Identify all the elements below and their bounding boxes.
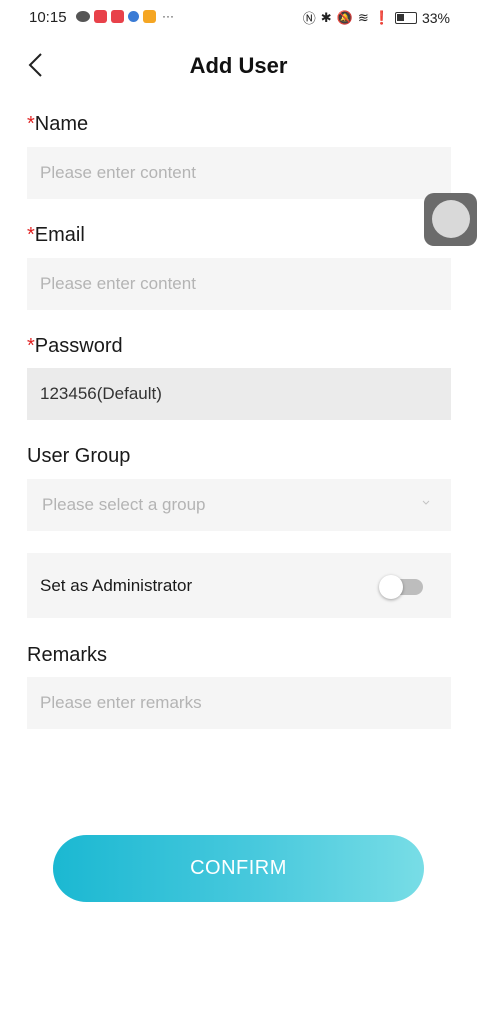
wechat-icon xyxy=(76,10,90,22)
email-label: *Email xyxy=(27,224,85,246)
admin-toggle[interactable] xyxy=(379,575,423,599)
wifi-icon: ≋ xyxy=(357,9,369,25)
status-time: 10:15 xyxy=(29,9,67,26)
system-status: Ⓝ ✱ 🔕 ≋ ❗ 33% xyxy=(303,8,450,27)
notification-icons: ··· xyxy=(76,9,174,23)
password-label: *Password xyxy=(27,335,123,357)
more-notifications-icon: ··· xyxy=(162,9,174,23)
page-title: Add User xyxy=(189,53,288,78)
email-input[interactable] xyxy=(27,258,451,310)
toggle-knob xyxy=(379,575,403,599)
battery-percent: 33% xyxy=(421,9,450,26)
name-input[interactable] xyxy=(27,147,451,199)
user-group-select[interactable]: Please select a group xyxy=(27,479,451,531)
required-mark: * xyxy=(27,335,35,357)
user-group-label: User Group xyxy=(27,445,131,467)
battery-icon xyxy=(394,11,417,24)
nav-bar: Add User xyxy=(0,44,477,88)
mail-app-icon xyxy=(111,9,124,23)
assistive-touch-icon xyxy=(432,200,470,238)
admin-toggle-label: Set as Administrator xyxy=(40,576,193,595)
link-app-icon xyxy=(143,9,156,23)
app-notification-icon xyxy=(94,9,107,23)
remarks-input[interactable] xyxy=(27,677,451,729)
name-label: *Name xyxy=(27,113,89,135)
floating-assistive-button[interactable] xyxy=(424,193,477,246)
alert-icon: ❗ xyxy=(373,9,390,25)
nfc-icon: Ⓝ xyxy=(302,11,316,26)
password-input xyxy=(27,368,451,420)
admin-toggle-row: Set as Administrator xyxy=(27,553,451,618)
remarks-label: Remarks xyxy=(27,644,108,666)
chevron-down-icon xyxy=(422,500,430,505)
status-bar: 10:15 ··· Ⓝ ✱ 🔕 ≋ ❗ 33% xyxy=(0,0,477,36)
user-group-placeholder: Please select a group xyxy=(42,495,206,514)
confirm-button[interactable]: CONFIRM xyxy=(53,835,424,902)
mute-icon: 🔕 xyxy=(336,9,353,25)
bluetooth-icon: ✱ xyxy=(320,9,332,25)
browser-app-icon xyxy=(128,10,139,22)
required-mark: * xyxy=(27,224,35,246)
required-mark: * xyxy=(27,113,35,135)
